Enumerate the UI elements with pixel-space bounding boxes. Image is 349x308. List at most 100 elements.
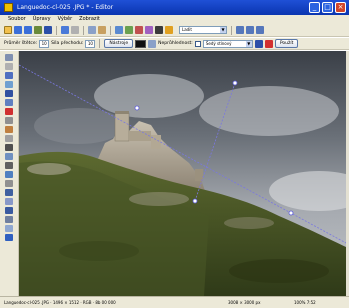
undo-icon[interactable] (61, 26, 69, 34)
guide-handle[interactable] (288, 210, 294, 216)
chevron-down-icon[interactable]: ▼ (245, 40, 252, 47)
castle-wall (129, 131, 151, 141)
status-dimensions: 3008 × 3000 px (228, 300, 261, 305)
status-bar: Languedoc-cl-025 .JPG · 1496 × 1512 · RG… (0, 296, 349, 308)
toolbar-separator (99, 39, 101, 48)
cloud (199, 86, 339, 136)
brush-width-input[interactable]: 10 (39, 39, 50, 48)
eraser-tool-icon[interactable] (5, 135, 13, 142)
levels-icon[interactable] (155, 26, 163, 34)
open-folder-icon[interactable] (4, 26, 12, 34)
effects-icon[interactable] (145, 26, 153, 34)
clone-tool-icon[interactable] (5, 117, 13, 124)
castle-ruin (195, 169, 203, 181)
menu-edit[interactable]: Úpravy (33, 15, 51, 24)
app-icon (4, 3, 13, 12)
smudge-tool-icon[interactable] (5, 198, 13, 205)
chevron-down-icon[interactable]: ▼ (220, 27, 226, 33)
forward-arrow-icon[interactable] (24, 26, 32, 34)
swap-colors-icon[interactable] (148, 39, 157, 48)
menu-select[interactable]: Výběr (58, 15, 73, 24)
shrub-cluster (229, 259, 329, 283)
opacity-label: Neprůhlednost: (158, 41, 193, 46)
color-swatch[interactable] (135, 39, 147, 48)
title-bar: Languedoc-cl-025 .JPG * - Editor _ □ × (0, 0, 349, 15)
rotate-icon[interactable] (135, 26, 143, 34)
guide-handle[interactable] (192, 198, 198, 204)
options-toolbar: Průměr štětce: 10 Síla přechodu: 10 Nást… (0, 38, 349, 50)
status-zoom: 100% 7:52 (294, 300, 316, 305)
shadow-select-value: Šedý stínový (205, 40, 232, 46)
minimize-icon[interactable]: _ (309, 2, 320, 13)
image-canvas[interactable] (19, 51, 346, 296)
fullscreen-icon[interactable] (256, 26, 264, 34)
toolbar-separator (231, 25, 232, 35)
guide-handle[interactable] (134, 105, 140, 111)
menu-view[interactable]: Zobrazit (79, 15, 100, 24)
cloud (94, 74, 204, 118)
preset-button[interactable]: Nástroje (104, 39, 134, 48)
shape-tool-icon[interactable] (5, 171, 13, 178)
rotate-tool-icon[interactable] (5, 90, 13, 97)
actual-size-icon[interactable] (246, 26, 254, 34)
redo-icon[interactable] (71, 26, 79, 34)
guide-handle[interactable] (232, 80, 238, 86)
save-icon[interactable] (44, 26, 52, 34)
levels-tool-icon[interactable] (5, 225, 13, 232)
cloud (34, 108, 124, 144)
hand-tool-icon[interactable] (5, 63, 13, 70)
main-toolbar: Ladit ▼ (0, 24, 349, 37)
castle-keep-top (115, 111, 129, 114)
paste-icon[interactable] (98, 26, 106, 34)
color-icon[interactable] (165, 26, 173, 34)
text-tool-icon[interactable] (5, 153, 13, 160)
menu-file[interactable]: Soubor (8, 15, 26, 24)
toolbar-separator (110, 25, 111, 35)
shadow-checkbox[interactable] (194, 40, 201, 47)
castle-keep (114, 112, 130, 142)
window-controls: _ □ × (309, 2, 346, 13)
image-icon[interactable] (34, 26, 42, 34)
copy-icon[interactable] (88, 26, 96, 34)
apply-button[interactable]: Použít (274, 39, 299, 48)
zoom-select[interactable]: Ladit ▼ (179, 26, 227, 34)
gradient-tool-icon[interactable] (5, 189, 13, 196)
rock-patch (224, 217, 274, 229)
cancel-icon[interactable] (264, 39, 273, 48)
crop-tool-icon[interactable] (5, 81, 13, 88)
transparency-input[interactable]: 10 (85, 39, 96, 48)
shrub-cluster (59, 241, 139, 261)
line-tool-icon[interactable] (5, 162, 13, 169)
menu-bar: Soubor Úpravy Výběr Zobrazit (0, 15, 349, 24)
castle-tower (151, 135, 161, 149)
brush-tool-icon[interactable] (5, 126, 13, 133)
crop-icon[interactable] (125, 26, 133, 34)
window-title: Languedoc-cl-025 .JPG * - Editor (17, 4, 114, 11)
fit-window-icon[interactable] (236, 26, 244, 34)
transparency-label: Síla přechodu: (51, 41, 84, 46)
toolbar-separator (56, 25, 57, 35)
back-arrow-icon[interactable] (14, 26, 22, 34)
color-picker-icon[interactable] (5, 234, 13, 241)
rock-patch (27, 163, 71, 175)
straighten-tool-icon[interactable] (5, 99, 13, 106)
pencil-tool-icon[interactable] (5, 144, 13, 151)
brush-width-label: Průměr štětce: (4, 41, 38, 46)
red-eye-tool-icon[interactable] (5, 108, 13, 115)
photo (19, 51, 346, 296)
toolbar-separator (83, 25, 84, 35)
blur-tool-icon[interactable] (5, 216, 13, 223)
sharpen-tool-icon[interactable] (5, 207, 13, 214)
fill-tool-icon[interactable] (5, 180, 13, 187)
zoom-tool-icon[interactable] (5, 54, 13, 61)
tools-palette (0, 51, 19, 296)
status-file-info: Languedoc-cl-025 .JPG · 1496 × 1512 · RG… (4, 300, 116, 305)
resize-icon[interactable] (115, 26, 123, 34)
select-tool-icon[interactable] (5, 72, 13, 79)
save-icon[interactable] (254, 39, 263, 48)
zoom-select-value: Ladit (182, 27, 192, 32)
rock-patch (129, 192, 189, 206)
shadow-select[interactable]: Šedý stínový ▼ (202, 39, 253, 48)
close-icon[interactable]: × (335, 2, 346, 13)
maximize-icon[interactable]: □ (322, 2, 333, 13)
